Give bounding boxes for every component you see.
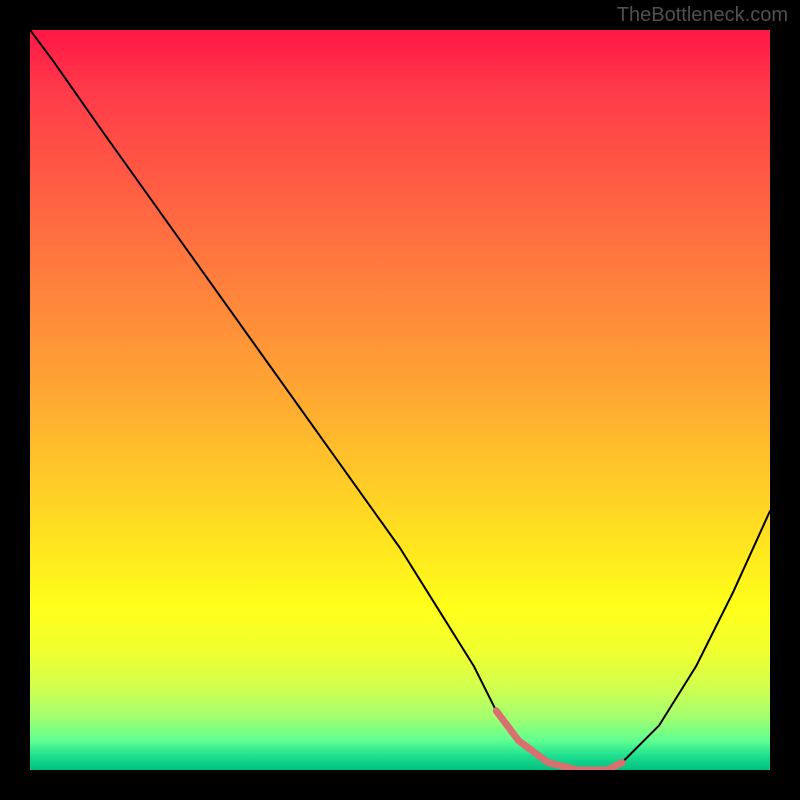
optimal-range-marker-path	[496, 711, 622, 770]
watermark-text: TheBottleneck.com	[617, 4, 788, 27]
plot-area	[30, 30, 770, 770]
curve-svg	[30, 30, 770, 770]
bottleneck-curve-path	[30, 30, 770, 770]
